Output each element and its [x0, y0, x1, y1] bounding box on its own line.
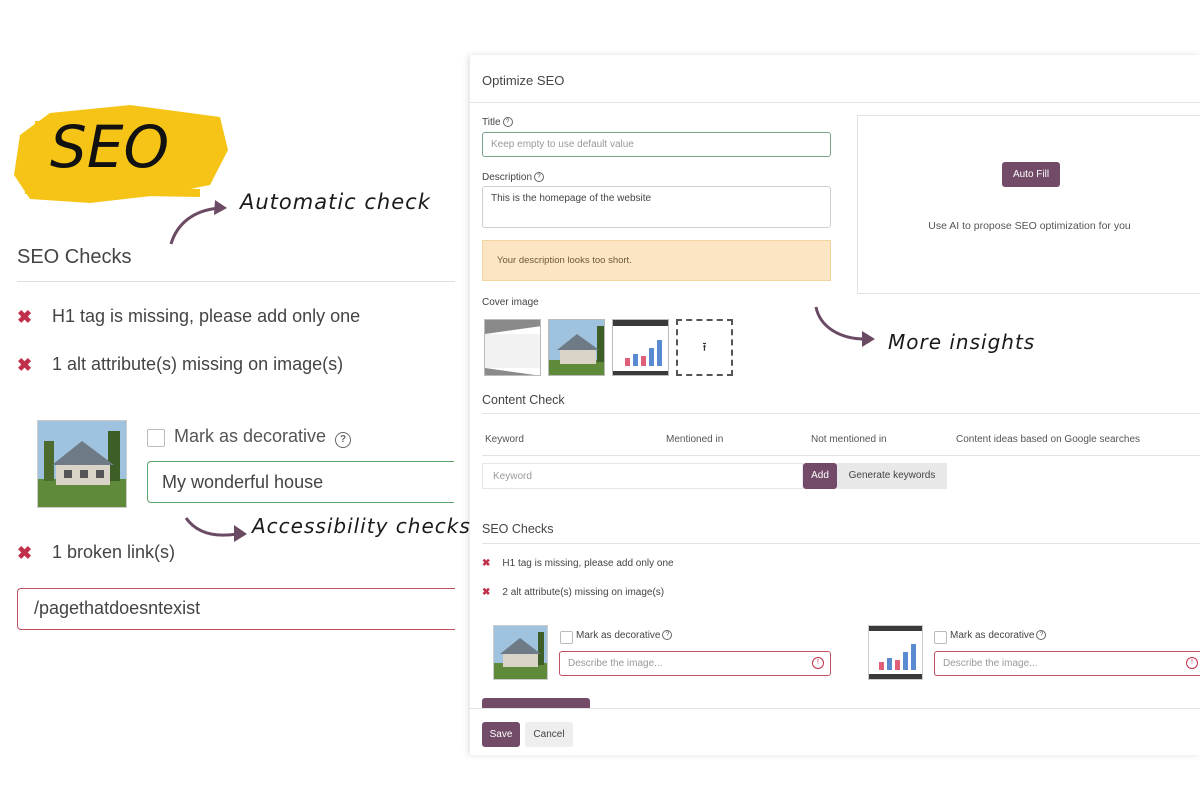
title-label: Title?	[482, 117, 513, 128]
automatic-check-annotation: Automatic check	[240, 190, 431, 214]
divider	[482, 455, 1200, 456]
table-header-not-mentioned: Not mentioned in	[811, 434, 887, 445]
check-text: H1 tag is missing, please add only one	[52, 306, 361, 326]
error-info-icon: !	[812, 657, 824, 669]
divider	[470, 708, 1200, 709]
check-text: H1 tag is missing, please add only one	[502, 558, 674, 569]
error-x-icon: ✖	[482, 587, 491, 598]
seo-logo-text: SEO	[50, 113, 169, 181]
broken-link-input[interactable]: /pagethatdoesntexist	[17, 588, 455, 630]
help-icon: ?	[662, 630, 673, 641]
more-insights-annotation: More insights	[888, 330, 1036, 354]
mark-decorative-checkbox[interactable]	[560, 631, 573, 644]
short-description-warning: Your description looks too short.	[482, 240, 831, 281]
seo-checks-title: SEO Checks	[482, 522, 554, 536]
cancel-button[interactable]: Cancel	[525, 722, 573, 747]
table-header-mentioned: Mentioned in	[666, 434, 724, 445]
cover-image-option[interactable]	[612, 319, 669, 376]
table-header-content-ideas: Content ideas based on Google searches	[956, 434, 1141, 445]
arrow-icon	[169, 200, 227, 245]
divider	[482, 413, 1200, 414]
mark-decorative-label: Mark as decorative?	[576, 630, 673, 641]
describe-image-input[interactable]: Describe the image... !	[559, 651, 831, 676]
describe-image-placeholder: Describe the image...	[943, 658, 1038, 669]
generate-keywords-button[interactable]: Generate keywords	[837, 463, 947, 489]
divider	[470, 102, 1200, 103]
mark-decorative-label: Mark as decorative?	[950, 630, 1047, 641]
check-item: ✖ H1 tag is missing, please add only one	[17, 306, 437, 328]
dialog-title: Optimize SEO	[482, 73, 565, 88]
error-x-icon: ✖	[482, 558, 491, 569]
seo-logo: SEO	[14, 105, 228, 203]
title-label-text: Title	[482, 117, 501, 128]
description-label-text: Description	[482, 172, 533, 183]
accessibility-checks-annotation: Accessibility checks	[252, 514, 471, 538]
save-button[interactable]: Save	[482, 722, 520, 747]
check-item: ✖ 1 broken link(s)	[17, 542, 317, 564]
check-text: 1 broken link(s)	[52, 542, 176, 562]
help-icon: ?	[335, 432, 352, 448]
mark-decorative-checkbox[interactable]	[147, 429, 165, 447]
alt-text-input[interactable]: My wonderful house	[147, 461, 454, 503]
help-icon: ?	[534, 172, 545, 183]
ai-description-text: Use AI to propose SEO optimization for y…	[928, 220, 1131, 232]
error-x-icon: ✖	[17, 307, 33, 327]
divider	[17, 281, 455, 282]
describe-image-placeholder: Describe the image...	[568, 658, 663, 669]
check-item: ✖ 2 alt attribute(s) missing on image(s)	[482, 587, 664, 598]
left-seo-checks-title: SEO Checks	[17, 246, 132, 268]
ai-suggestion-panel	[857, 115, 1200, 294]
description-textarea[interactable]: This is the homepage of the website	[482, 186, 831, 228]
help-icon: ?	[1036, 630, 1047, 641]
check-text: 2 alt attribute(s) missing on image(s)	[502, 587, 665, 598]
arrow-icon	[814, 306, 875, 347]
mark-decorative-label: Mark as decorative ?	[174, 426, 352, 448]
upload-image-button[interactable]: ⭱	[676, 319, 733, 376]
check-broken-links-button[interactable]	[482, 698, 590, 708]
describe-image-input[interactable]: Describe the image... !	[934, 651, 1200, 676]
keyword-input[interactable]: Keyword	[482, 463, 803, 489]
upload-icon: ⭱	[702, 340, 707, 354]
mark-decorative-text: Mark as decorative	[174, 426, 327, 446]
check-text: 1 alt attribute(s) missing on image(s)	[52, 354, 344, 374]
image-thumbnail	[493, 625, 548, 680]
help-icon: ?	[502, 117, 513, 128]
error-x-icon: ✖	[17, 543, 33, 563]
description-label: Description?	[482, 172, 545, 183]
cover-image-option[interactable]	[484, 319, 541, 376]
divider	[482, 543, 1200, 544]
check-item: ✖ 1 alt attribute(s) missing on image(s)	[17, 354, 437, 376]
table-header-keyword: Keyword	[485, 434, 524, 445]
cover-image-label: Cover image	[482, 297, 539, 308]
error-x-icon: ✖	[17, 355, 33, 375]
cover-image-option[interactable]	[548, 319, 605, 376]
auto-fill-button[interactable]: Auto Fill	[1002, 162, 1060, 187]
check-item: ✖ H1 tag is missing, please add only one	[482, 558, 674, 569]
mark-decorative-text: Mark as decorative	[576, 630, 661, 641]
house-image-thumbnail	[37, 420, 127, 508]
content-check-title: Content Check	[482, 393, 565, 407]
image-thumbnail	[868, 625, 923, 680]
add-keyword-button[interactable]: Add	[803, 463, 837, 489]
error-info-icon: !	[1186, 657, 1198, 669]
mark-decorative-checkbox[interactable]	[934, 631, 947, 644]
mark-decorative-text: Mark as decorative	[950, 630, 1035, 641]
title-input[interactable]: Keep empty to use default value	[482, 132, 831, 157]
